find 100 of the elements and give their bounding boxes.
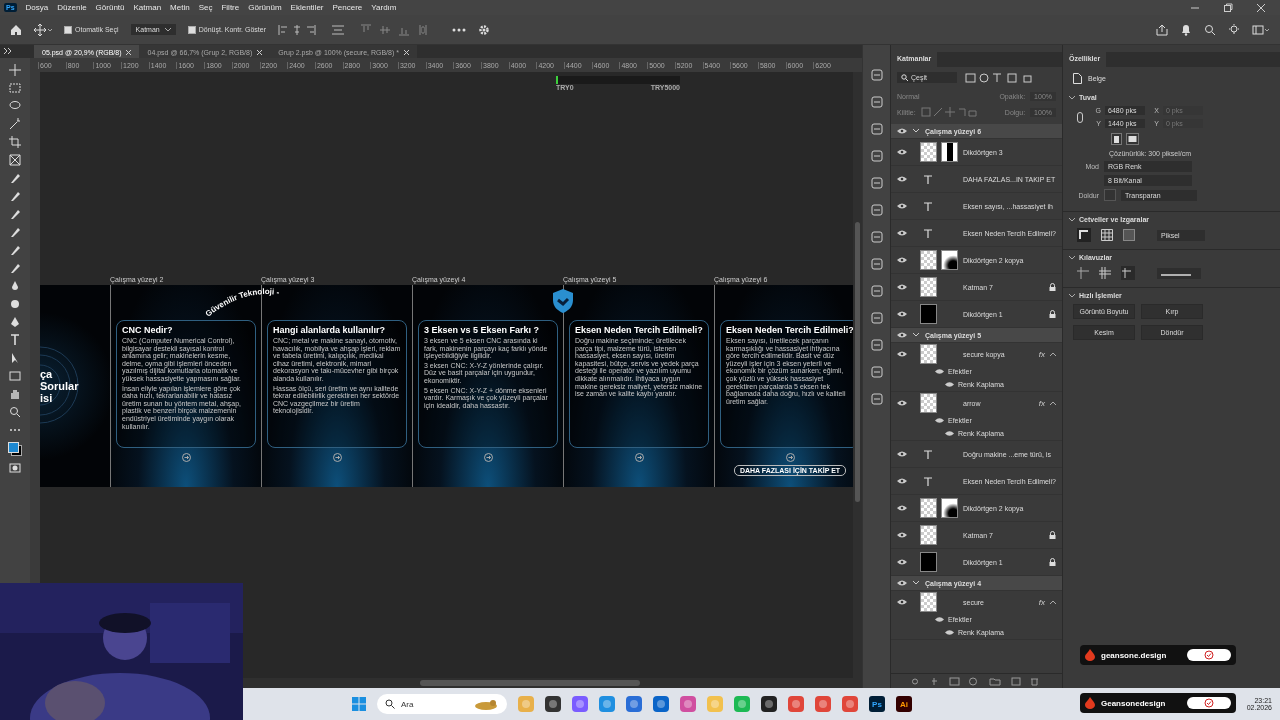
eye-icon[interactable] xyxy=(897,599,907,605)
hand-tool-icon[interactable] xyxy=(9,388,21,400)
collapse-caret-icon[interactable] xyxy=(1050,352,1056,356)
menu-item[interactable]: Dosya xyxy=(25,3,49,12)
menu-item[interactable]: Metin xyxy=(170,3,190,12)
collapse-caret-icon[interactable] xyxy=(1050,600,1056,604)
move-icon[interactable] xyxy=(34,23,52,36)
home-icon[interactable] xyxy=(10,23,22,36)
filter-icons[interactable] xyxy=(965,72,1035,83)
app-icon[interactable] xyxy=(653,696,669,712)
eye-icon[interactable] xyxy=(897,332,907,338)
eye-icon[interactable] xyxy=(897,400,907,406)
panel-icon[interactable] xyxy=(870,177,883,189)
chevron-icon[interactable] xyxy=(1069,95,1075,100)
app-icon[interactable] xyxy=(761,696,777,712)
frame-tool-icon[interactable] xyxy=(9,154,21,166)
collapse-caret-icon[interactable] xyxy=(1050,401,1056,405)
eye-icon[interactable] xyxy=(897,451,907,457)
marquee-tool-icon[interactable] xyxy=(9,82,21,94)
restore-icon[interactable] xyxy=(1223,2,1233,13)
menu-item[interactable]: Görüntü xyxy=(95,3,125,12)
eye-icon[interactable] xyxy=(897,230,907,236)
menu-item[interactable]: Düzenle xyxy=(57,3,87,12)
eye-icon[interactable] xyxy=(897,257,907,263)
landscape-icon[interactable] xyxy=(1126,133,1139,145)
app-icon[interactable]: Ps xyxy=(869,696,885,712)
app-icon[interactable]: Ai xyxy=(896,696,912,712)
eye-icon[interactable] xyxy=(897,478,907,484)
menu-item[interactable]: Eklentiler xyxy=(290,3,324,12)
close-icon[interactable] xyxy=(403,50,409,55)
chevron-icon[interactable] xyxy=(913,580,919,586)
grid-icon[interactable] xyxy=(1101,229,1113,241)
panel-icon[interactable] xyxy=(870,366,883,378)
panel-icon[interactable] xyxy=(870,123,883,135)
eye-icon[interactable] xyxy=(897,505,907,511)
move-tool-icon[interactable] xyxy=(9,64,21,76)
scrollbar[interactable] xyxy=(420,680,640,686)
ruler-icon[interactable] xyxy=(1077,228,1091,242)
menu-item[interactable]: Katman xyxy=(133,3,162,12)
link-icon[interactable] xyxy=(1077,111,1083,123)
guides-layout-icon[interactable] xyxy=(1099,267,1111,279)
search-field[interactable]: Ara xyxy=(377,694,507,714)
color-swatches[interactable] xyxy=(8,442,22,456)
panel-icon[interactable] xyxy=(870,204,883,216)
caret-icon[interactable] xyxy=(164,27,171,32)
chevron-icon[interactable] xyxy=(1069,217,1075,222)
bell-icon[interactable] xyxy=(1180,23,1192,36)
panel-icon[interactable] xyxy=(870,285,883,297)
brush-tool-icon[interactable] xyxy=(9,226,21,238)
chevron-icon[interactable] xyxy=(1069,255,1075,260)
dodge-tool-icon[interactable] xyxy=(9,298,21,310)
pen-tool-icon[interactable] xyxy=(9,316,21,328)
search-icon[interactable] xyxy=(1204,23,1216,36)
guide-style-dropdown[interactable] xyxy=(1157,267,1201,279)
panel-icon[interactable] xyxy=(870,231,883,243)
chevron-icon[interactable] xyxy=(913,128,919,134)
panel-icon[interactable] xyxy=(870,393,883,405)
eye-icon[interactable] xyxy=(945,382,954,387)
eye-icon[interactable] xyxy=(897,284,907,290)
guides-icon[interactable] xyxy=(1077,267,1089,279)
eye-icon[interactable] xyxy=(945,630,954,635)
portrait-icon[interactable] xyxy=(1111,133,1122,145)
workspace-icon[interactable] xyxy=(1252,23,1270,36)
expand-icon[interactable] xyxy=(4,48,12,54)
menu-item[interactable]: Yardım xyxy=(371,3,397,12)
app-icon[interactable] xyxy=(545,696,561,712)
zoom-tool-icon[interactable] xyxy=(9,406,21,418)
blur-tool-icon[interactable] xyxy=(9,280,21,292)
guides-settings-icon[interactable] xyxy=(1121,266,1135,280)
eye-icon[interactable] xyxy=(897,176,907,182)
quick-mask-icon[interactable] xyxy=(9,462,21,474)
eye-icon[interactable] xyxy=(897,559,907,565)
menu-item[interactable]: Görünüm xyxy=(248,3,282,12)
lasso-tool-icon[interactable] xyxy=(9,100,21,112)
eye-icon[interactable] xyxy=(897,351,907,357)
panel-icon[interactable] xyxy=(870,96,883,108)
eye-icon[interactable] xyxy=(897,532,907,538)
eye-icon[interactable] xyxy=(897,580,907,586)
brush-tool-icon[interactable] xyxy=(9,190,21,202)
panel-icon[interactable] xyxy=(870,150,883,162)
fill-swatch[interactable] xyxy=(1104,189,1116,201)
more-icon[interactable] xyxy=(452,27,466,32)
panel-icon[interactable] xyxy=(870,339,883,351)
panel-icon[interactable] xyxy=(870,69,883,81)
scrollbar[interactable] xyxy=(855,222,860,502)
rect-tool-icon[interactable] xyxy=(9,370,21,382)
crop-tool-icon[interactable] xyxy=(9,136,21,148)
menu-item[interactable]: Seç xyxy=(198,3,213,12)
menu-item[interactable]: Filtre xyxy=(221,3,240,12)
chevron-icon[interactable] xyxy=(913,332,919,338)
close-icon[interactable] xyxy=(257,50,263,55)
panel-icon[interactable] xyxy=(870,258,883,270)
eye-icon[interactable] xyxy=(935,617,944,622)
type-tool-icon[interactable] xyxy=(9,334,21,346)
eye-icon[interactable] xyxy=(897,311,907,317)
wand-tool-icon[interactable] xyxy=(9,118,21,130)
eye-icon[interactable] xyxy=(897,128,907,134)
settings-icon[interactable] xyxy=(478,23,490,36)
chevron-icon[interactable] xyxy=(1069,293,1075,298)
panel-icon[interactable] xyxy=(870,312,883,324)
